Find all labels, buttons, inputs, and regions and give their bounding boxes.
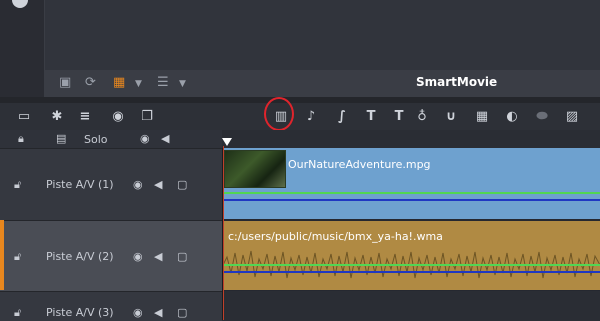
chevron-down-icon[interactable]: ▼ <box>179 77 186 91</box>
eye-icon[interactable]: ◉ <box>140 132 150 145</box>
delete-icon[interactable]: ▣ <box>59 76 71 90</box>
microphone-icon[interactable]: ♁ <box>412 109 432 124</box>
screen-icon[interactable]: ▢ <box>177 250 187 263</box>
disc-icon[interactable]: ◉ <box>108 109 128 124</box>
volume-line[interactable] <box>223 264 600 266</box>
pan-line[interactable] <box>223 199 600 201</box>
lock-icon[interactable]: 🔓︎ <box>14 306 21 320</box>
clip-title: c:/users/public/music/bmx_ya-ha!.wma <box>228 230 443 243</box>
speaker-icon[interactable]: ◀ <box>154 250 162 263</box>
playhead-marker[interactable] <box>222 138 232 146</box>
track-header-2[interactable]: 🔓︎ Piste A/V (2) ◉ ◀ ▢ <box>0 220 222 292</box>
screen-icon[interactable]: ▢ <box>177 306 187 319</box>
timeline-ruler[interactable] <box>222 130 600 148</box>
record-button[interactable] <box>12 0 28 8</box>
pan-icon[interactable]: ◐ <box>502 109 522 124</box>
list-view-icon[interactable]: ☰ <box>157 76 169 90</box>
solo-label[interactable]: Solo <box>84 133 108 146</box>
grid-view-icon[interactable]: ▦ <box>113 76 125 90</box>
title-icon[interactable]: T <box>361 109 381 124</box>
track-header-1[interactable]: 🔓︎ Piste A/V (1) ◉ ◀ ▢ <box>0 148 222 221</box>
clip-title: OurNatureAdventure.mpg <box>288 158 431 171</box>
track-icon[interactable]: ⬬ <box>532 109 552 124</box>
montage-icon[interactable]: ∪ <box>441 109 461 124</box>
left-strip <box>0 0 45 97</box>
grid-icon[interactable]: ▦ <box>472 109 492 124</box>
eye-icon[interactable]: ◉ <box>133 250 143 263</box>
screen-icon[interactable]: ▢ <box>177 178 187 191</box>
image-icon[interactable]: ▨ <box>562 109 582 124</box>
lock-icon[interactable]: 🔓︎ <box>14 178 21 192</box>
speaker-icon[interactable]: ◀ <box>154 306 162 319</box>
timeline-toolbar: ▭ ✱ ≡ ◉ ❐ ▥ ♪ ∫ T T ♁ ∪ ▦ ◐ ⬬ ▨ <box>0 103 600 130</box>
gear-icon[interactable]: ✱ <box>47 109 67 124</box>
smartmovie-label[interactable]: SmartMovie <box>416 75 497 89</box>
eye-icon[interactable]: ◉ <box>133 306 143 319</box>
empty-track-row[interactable] <box>223 291 600 320</box>
top-toolbar: ▣ ⟳ ▦ ▼ ☰ ▼ <box>45 70 600 97</box>
track-name[interactable]: Piste A/V (2) <box>46 250 114 263</box>
scorepost-icon[interactable]: ∫ <box>332 109 352 124</box>
volume-line[interactable] <box>223 192 600 194</box>
track-name[interactable]: Piste A/V (3) <box>46 306 114 319</box>
music-note-icon[interactable]: ♪ <box>301 109 321 124</box>
title-template-icon[interactable]: T <box>389 109 409 124</box>
pan-line[interactable] <box>223 271 600 273</box>
lock-icon[interactable]: 🔓︎ <box>14 250 21 264</box>
lock-icon[interactable]: 🔒︎ <box>18 132 24 146</box>
highlight-circle <box>264 97 294 131</box>
eye-icon[interactable]: ◉ <box>133 178 143 191</box>
speaker-icon[interactable]: ◀ <box>154 178 162 191</box>
selected-track-indicator <box>0 220 4 290</box>
track-header-3[interactable]: 🔓︎ Piste A/V (3) ◉ ◀ ▢ <box>0 291 222 321</box>
playhead-line[interactable] <box>223 146 224 320</box>
master-track-header: 🔒︎ ▤ Solo ◉ ◀ <box>0 130 222 148</box>
copy-icon[interactable]: ❐ <box>137 109 157 124</box>
tracks-icon[interactable]: ≡ <box>75 109 95 124</box>
clip-thumbnail <box>224 150 286 188</box>
storyboard-icon[interactable]: ▤ <box>56 132 66 145</box>
speaker-icon[interactable]: ◀ <box>161 132 169 145</box>
refresh-icon[interactable]: ⟳ <box>85 76 96 90</box>
timeline-settings-icon[interactable]: ▭ <box>14 109 34 124</box>
chevron-down-icon[interactable]: ▼ <box>135 77 142 91</box>
track-name[interactable]: Piste A/V (1) <box>46 178 114 191</box>
